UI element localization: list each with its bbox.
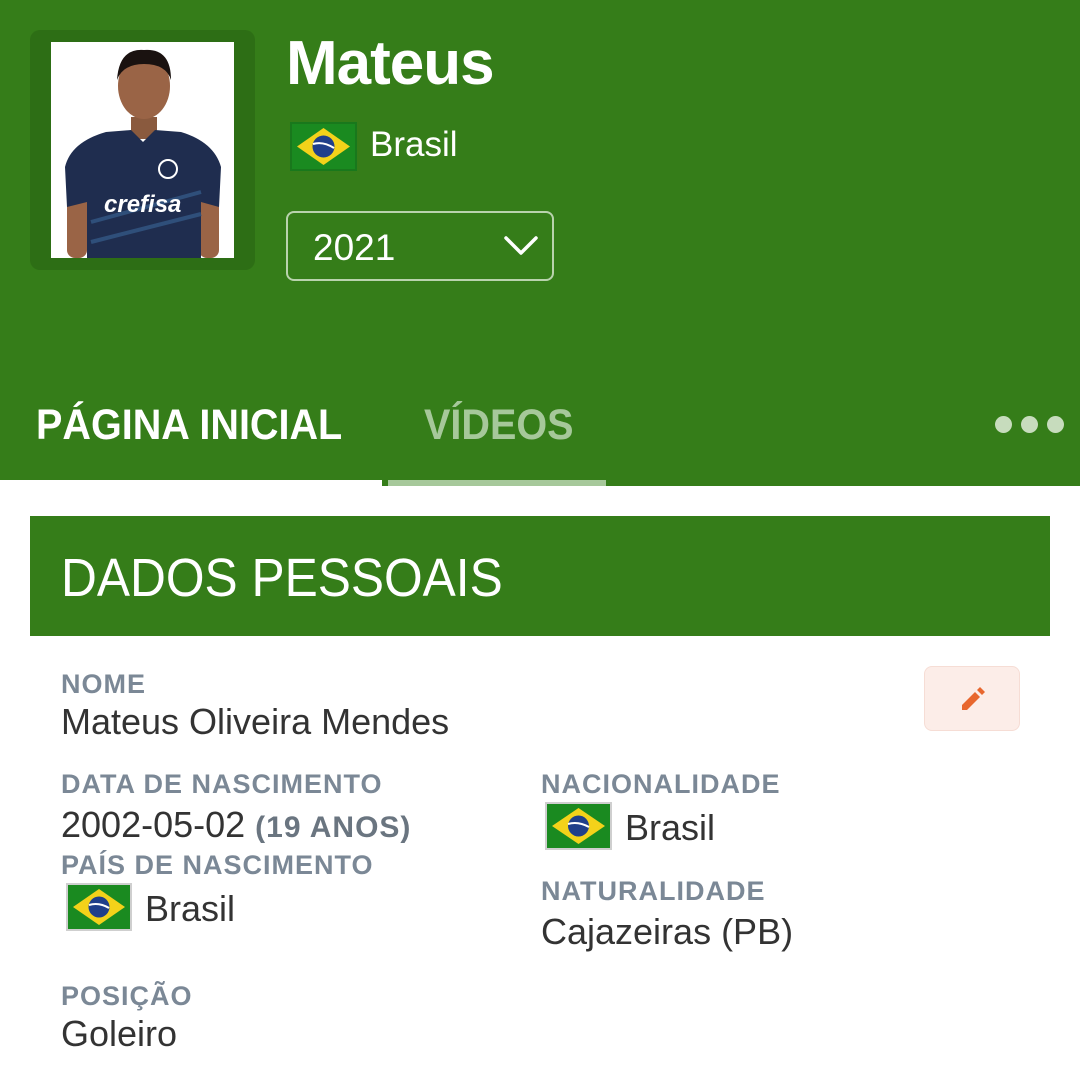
pencil-icon <box>962 687 985 710</box>
field-label-posicao: POSIÇÃO <box>61 981 193 1011</box>
more-options-button[interactable] <box>990 410 1070 440</box>
field-label-nascimento: DATA DE NASCIMENTO <box>61 769 383 799</box>
tab-home-indicator <box>0 480 382 486</box>
birth-date: 2002-05-02 <box>61 804 246 845</box>
tab-videos-indicator <box>388 480 606 486</box>
chevron-down-icon <box>504 236 538 255</box>
player-photo-frame: crefisa <box>30 30 255 270</box>
age-text: (19 ANOS) <box>255 811 412 844</box>
player-header: crefisa Mateus Brasil 2021 PÁGINA INICIA… <box>0 0 1080 486</box>
field-value-nome: Mateus Oliveira Mendes <box>61 701 450 742</box>
jersey-sponsor-text: crefisa <box>104 191 181 218</box>
player-photo: crefisa <box>51 42 234 258</box>
brazil-flag-icon <box>290 122 357 171</box>
field-value-nascimento: 2002-05-02 (19 ANOS) <box>61 803 411 850</box>
field-value-posicao: Goleiro <box>61 1013 178 1054</box>
player-country: Brasil <box>370 125 458 164</box>
field-label-naturalidade: NATURALIDADE <box>541 876 766 906</box>
tab-home[interactable]: PÁGINA INICIAL <box>36 398 342 452</box>
season-select[interactable]: 2021 <box>286 211 554 281</box>
brazil-flag-icon <box>66 883 132 931</box>
edit-button[interactable] <box>924 666 1020 731</box>
brazil-flag-icon <box>545 802 612 850</box>
field-value-pais-nascimento: Brasil <box>145 888 236 929</box>
field-label-nome: NOME <box>61 669 146 699</box>
section-title: DADOS PESSOAIS <box>61 548 503 608</box>
tab-videos[interactable]: VÍDEOS <box>424 398 574 452</box>
player-name: Mateus <box>286 29 495 98</box>
season-value: 2021 <box>313 227 396 268</box>
field-value-nacionalidade: Brasil <box>625 807 716 848</box>
field-value-naturalidade: Cajazeiras (PB) <box>541 911 794 952</box>
field-label-nacionalidade: NACIONALIDADE <box>541 769 781 799</box>
section-header: DADOS PESSOAIS <box>30 516 1050 636</box>
field-label-pais-nascimento: PAÍS DE NASCIMENTO <box>61 850 374 880</box>
